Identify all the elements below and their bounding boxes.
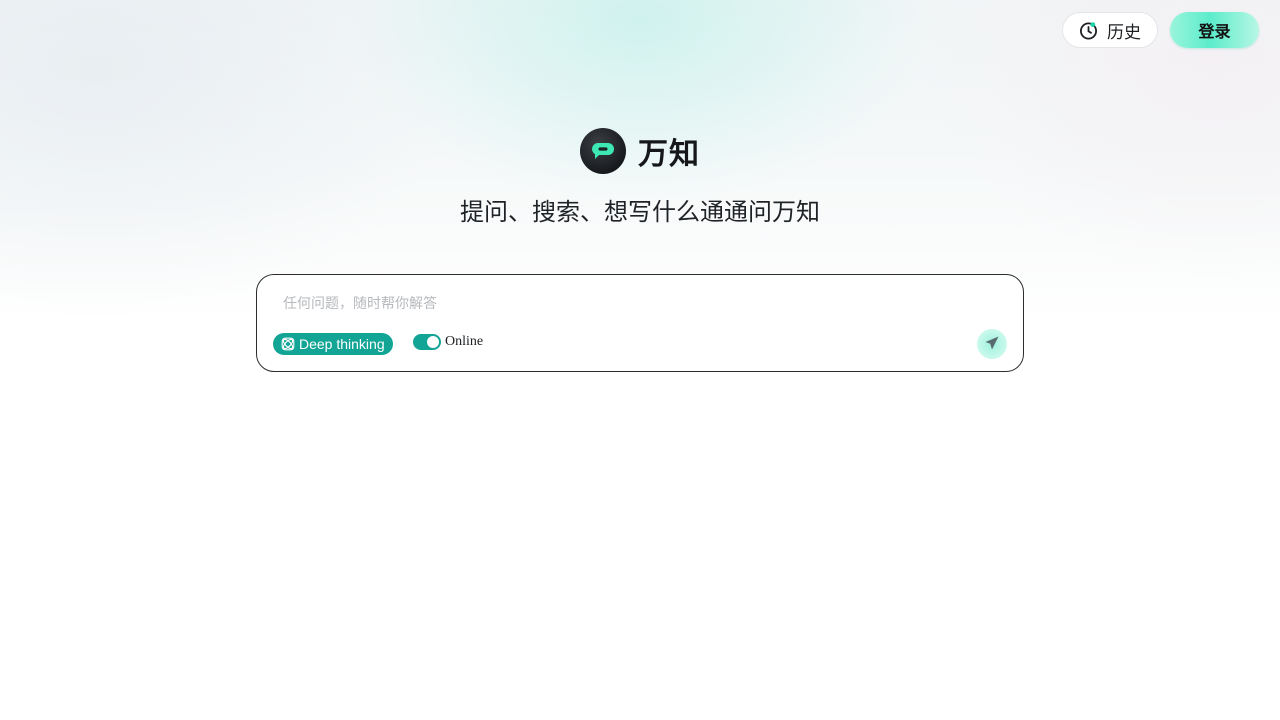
brand: 万知 <box>0 128 1280 174</box>
login-button[interactable]: 登录 <box>1170 12 1259 48</box>
brand-logo-icon <box>580 128 626 174</box>
history-button[interactable]: 历史 <box>1062 12 1158 48</box>
page: 历史 登录 万知 提问、搜索、想写什么通通问万知 Deep thinking <box>0 0 1280 720</box>
atom-icon <box>281 337 295 351</box>
online-toggle-group: Online <box>413 334 483 350</box>
send-arrow-icon <box>984 335 1000 354</box>
online-label: Online <box>445 334 484 349</box>
top-bar: 历史 登录 <box>1062 12 1259 48</box>
deep-thinking-label: Deep thinking <box>299 336 385 352</box>
history-label: 历史 <box>1107 22 1141 42</box>
deep-thinking-button[interactable]: Deep thinking <box>273 333 393 355</box>
tagline: 提问、搜索、想写什么通通问万知 <box>460 199 820 226</box>
chat-composer: Deep thinking Online <box>256 274 1024 372</box>
send-button[interactable] <box>977 329 1007 359</box>
online-toggle[interactable] <box>413 334 441 350</box>
history-clock-icon <box>1078 20 1099 41</box>
brand-name: 万知 <box>638 138 700 171</box>
question-input[interactable] <box>283 291 983 315</box>
toggle-knob <box>427 336 439 348</box>
